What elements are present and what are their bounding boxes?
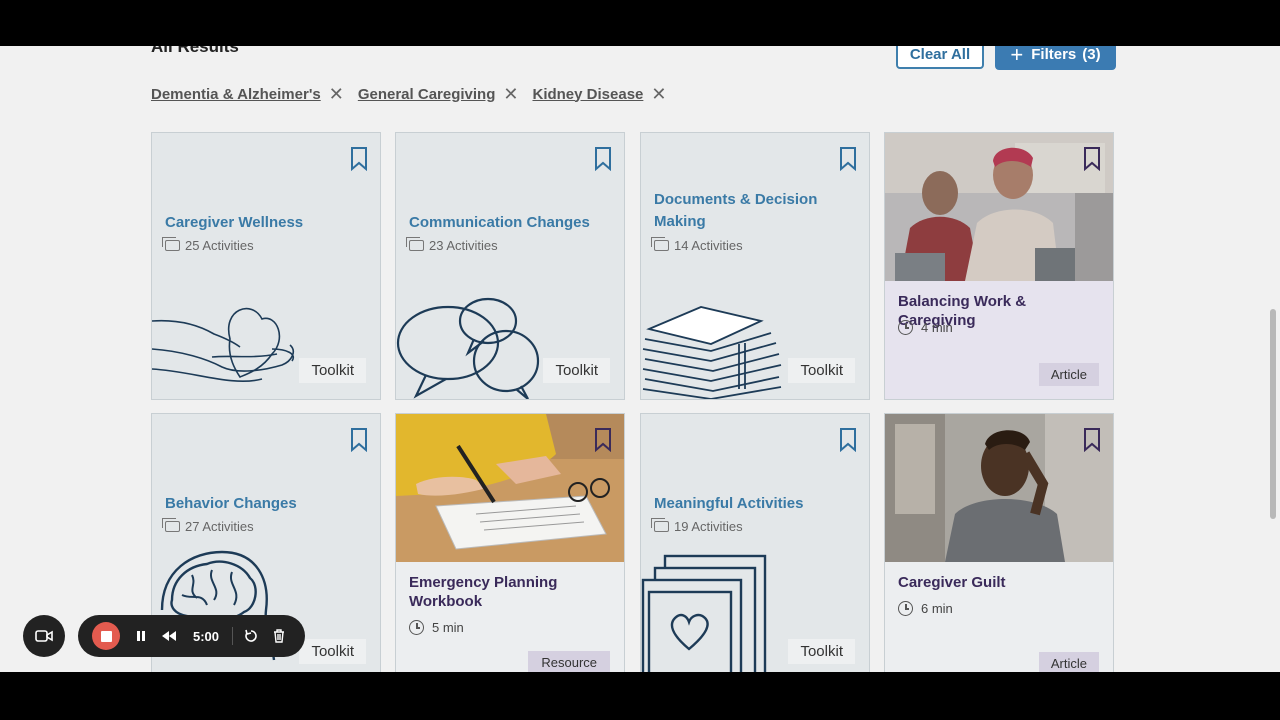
bookmark-icon[interactable] <box>839 428 857 452</box>
content-type-badge: Article <box>1038 363 1099 386</box>
rewind-icon <box>162 631 176 641</box>
heart-frames-illustration <box>641 554 767 672</box>
clear-all-button[interactable]: Clear All <box>896 46 984 69</box>
card-title[interactable]: Behavior Changes <box>165 493 365 515</box>
card-meta: 14 Activities <box>651 237 743 253</box>
card-title[interactable]: Caregiver Guilt <box>898 573 1103 592</box>
delete-recording-button[interactable] <box>268 615 290 657</box>
scrollbar-thumb[interactable] <box>1270 309 1276 519</box>
clock-icon <box>409 620 424 635</box>
resource-card[interactable]: Emergency Planning Workbook 5 min Resour… <box>395 413 625 672</box>
read-time: 5 min <box>432 620 464 635</box>
restart-icon <box>245 629 257 642</box>
resource-card[interactable]: Caregiver Wellness 25 Activities Toolkit <box>151 132 381 400</box>
content-type-badge: Toolkit <box>299 358 366 383</box>
card-meta: 19 Activities <box>651 518 743 534</box>
bookmark-icon[interactable] <box>1083 147 1101 171</box>
camera-toggle-button[interactable] <box>23 615 65 657</box>
card-title[interactable]: Communication Changes <box>409 212 609 234</box>
read-time: 6 min <box>921 601 953 616</box>
activity-count: 25 Activities <box>185 238 254 253</box>
clock-icon <box>898 320 913 335</box>
filters-button[interactable]: + Filters (3) <box>995 46 1116 70</box>
content-type-badge: Resource <box>528 651 610 672</box>
card-meta: 5 min <box>409 620 464 635</box>
trash-icon <box>274 629 284 643</box>
recording-controls: 5:00 <box>78 615 305 657</box>
clock-icon <box>898 601 913 616</box>
card-title[interactable]: Caregiver Wellness <box>165 212 365 234</box>
resource-card[interactable]: Balancing Work & Caregiving 4 min Articl… <box>884 132 1114 400</box>
activities-icon <box>162 237 180 251</box>
activities-icon <box>406 237 424 251</box>
card-meta: 4 min <box>898 320 953 335</box>
content-type-badge: Toolkit <box>543 358 610 383</box>
filter-chip: Dementia & Alzheimer's ✕ <box>151 85 344 103</box>
pause-button[interactable] <box>130 615 152 657</box>
bookmark-icon[interactable] <box>594 428 612 452</box>
speech-bubbles-illustration <box>396 297 540 399</box>
stop-icon <box>100 630 112 642</box>
filters-label: Filters <box>1031 46 1077 63</box>
toolbar-divider <box>232 627 233 645</box>
activity-count: 27 Activities <box>185 519 254 534</box>
card-title[interactable]: Meaningful Activities <box>654 493 854 515</box>
activities-icon <box>651 518 669 532</box>
card-title[interactable]: Documents & Decision Making <box>654 189 854 233</box>
active-filters: Dementia & Alzheimer's ✕ General Caregiv… <box>151 85 666 103</box>
resource-card[interactable]: Communication Changes 23 Activities Tool… <box>395 132 625 400</box>
office-meeting-photo <box>885 133 1113 281</box>
hands-heart-illustration <box>152 307 294 383</box>
filter-chip-label[interactable]: General Caregiving <box>358 86 496 103</box>
card-meta: 25 Activities <box>162 237 254 253</box>
close-icon[interactable]: ✕ <box>503 85 518 103</box>
video-camera-icon <box>35 630 53 642</box>
paper-stack-illustration <box>642 306 782 399</box>
card-meta: 6 min <box>898 601 953 616</box>
restart-button[interactable] <box>240 615 262 657</box>
read-time: 4 min <box>921 320 953 335</box>
filter-chip: General Caregiving ✕ <box>358 85 519 103</box>
plus-icon: + <box>1010 46 1024 67</box>
close-icon[interactable]: ✕ <box>651 85 666 103</box>
rewind-button[interactable] <box>158 615 180 657</box>
close-icon[interactable]: ✕ <box>329 85 344 103</box>
recording-timer: 5:00 <box>192 628 220 644</box>
resource-card[interactable]: Documents & Decision Making 14 Activitie… <box>640 132 870 400</box>
content-type-badge: Toolkit <box>788 358 855 383</box>
stressed-man-photo <box>885 414 1113 562</box>
bookmark-icon[interactable] <box>594 147 612 171</box>
activities-icon <box>162 518 180 532</box>
filter-chip: Kidney Disease ✕ <box>532 85 666 103</box>
bookmark-icon[interactable] <box>350 428 368 452</box>
card-meta: 23 Activities <box>406 237 498 253</box>
content-type-badge: Toolkit <box>299 639 366 664</box>
bookmark-icon[interactable] <box>350 147 368 171</box>
activities-icon <box>651 237 669 251</box>
page-title: All Results <box>151 46 239 56</box>
bookmark-icon[interactable] <box>839 147 857 171</box>
content-type-badge: Toolkit <box>788 639 855 664</box>
bookmark-icon[interactable] <box>1083 428 1101 452</box>
pause-icon <box>137 631 145 641</box>
stop-recording-button[interactable] <box>92 622 120 650</box>
results-page: All Results Clear All + Filters (3) Deme… <box>0 46 1280 672</box>
filter-chip-label[interactable]: Dementia & Alzheimer's <box>151 86 321 103</box>
activity-count: 14 Activities <box>674 238 743 253</box>
activity-count: 23 Activities <box>429 238 498 253</box>
content-type-badge: Article <box>1038 652 1099 672</box>
activity-count: 19 Activities <box>674 519 743 534</box>
resource-card[interactable]: Meaningful Activities 19 Activities Tool… <box>640 413 870 672</box>
filter-chip-label[interactable]: Kidney Disease <box>532 86 643 103</box>
resource-card[interactable]: Caregiver Guilt 6 min Article <box>884 413 1114 672</box>
card-title[interactable]: Emergency Planning Workbook <box>409 573 614 611</box>
writing-clipboard-photo <box>396 414 624 562</box>
card-meta: 27 Activities <box>162 518 254 534</box>
filters-count: (3) <box>1082 46 1101 63</box>
